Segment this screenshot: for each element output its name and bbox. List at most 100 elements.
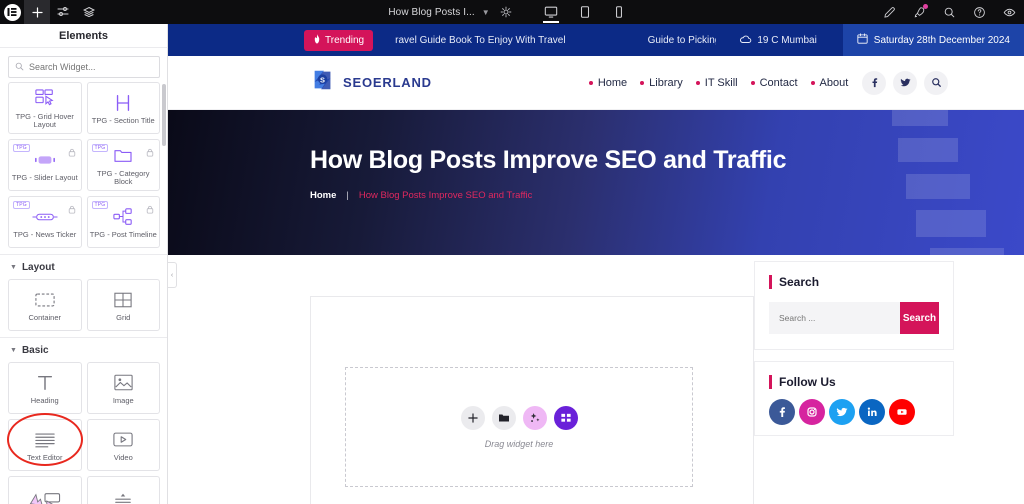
breadcrumb-current: How Blog Posts Improve SEO and Traffic	[359, 190, 533, 201]
linkedin-icon[interactable]	[859, 399, 885, 425]
widget-card-text-editor[interactable]: Text Editor	[8, 419, 82, 471]
widget-card-heading[interactable]: Heading	[8, 362, 82, 414]
widget-card-image[interactable]: Image	[87, 362, 161, 414]
breadcrumb-home-link[interactable]: Home	[310, 190, 336, 201]
widget-card-label: Container	[28, 314, 61, 322]
search-icon[interactable]	[924, 71, 948, 95]
panel-scrollbar[interactable]	[162, 84, 166, 146]
sidebar-widget-search: Search Search	[754, 261, 954, 350]
ai-button[interactable]	[523, 406, 547, 430]
search-input[interactable]	[29, 62, 153, 72]
chevron-down-icon[interactable]: ▼	[482, 8, 490, 17]
trending-item[interactable]: ravel Guide Book To Enjoy With Travel	[395, 35, 565, 46]
eye-preview-icon[interactable]	[994, 0, 1024, 24]
layout-widget-grid: Container Grid	[0, 279, 168, 337]
widget-card-label: TPG - Post Timeline	[90, 231, 157, 239]
nav-label: Library	[649, 77, 683, 89]
trending-badge[interactable]: Trending	[304, 30, 373, 51]
nav-item-it-skill[interactable]: IT Skill	[696, 77, 738, 89]
instagram-icon[interactable]	[799, 399, 825, 425]
widget-card-container[interactable]: Container	[8, 279, 82, 331]
widget-card-tpg-grid-hover-layout[interactable]: TPG - Grid Hover Layout	[8, 82, 82, 134]
widget-card-label: TPG - Slider Layout	[12, 174, 78, 182]
widget-card-tpg-post-timeline[interactable]: TPG TPG - Post Timeline	[87, 196, 161, 248]
panel-collapse-button[interactable]: ‹	[168, 262, 177, 288]
folder-icon	[113, 144, 133, 168]
widget-card-tpg-category-block[interactable]: TPG TPG - Category Block	[87, 139, 161, 191]
search-button[interactable]: Search	[900, 302, 939, 334]
follow-social-links	[769, 399, 939, 425]
calendar-icon	[857, 33, 868, 47]
device-mobile-button[interactable]	[602, 0, 636, 24]
breadcrumb: Home | How Blog Posts Improve SEO and Tr…	[310, 190, 786, 201]
nav-item-about[interactable]: About	[811, 77, 849, 89]
basic-widget-grid: Heading Image Text Editor	[0, 362, 168, 504]
widget-card-divider[interactable]	[87, 476, 161, 504]
heading-t-icon	[36, 371, 54, 395]
hero-decoration	[874, 110, 1024, 255]
search-icon[interactable]	[934, 0, 964, 24]
grid-icon	[114, 288, 132, 312]
caret-down-icon: ▼	[10, 264, 17, 271]
widget-search-container	[0, 48, 168, 82]
document-title[interactable]: How Blog Posts I...	[388, 7, 474, 18]
timeline-icon	[113, 205, 133, 229]
device-tablet-button[interactable]	[568, 0, 602, 24]
tpg-badge: TPG	[13, 144, 30, 152]
widget-card-button[interactable]	[8, 476, 82, 504]
nav-label: Home	[598, 77, 627, 89]
widget-card-tpg-slider-layout[interactable]: TPG TPG - Slider Layout	[8, 139, 82, 191]
tpg-badge: TPG	[13, 201, 30, 209]
device-desktop-button[interactable]	[534, 0, 568, 24]
page-title: How Blog Posts Improve SEO and Traffic	[310, 146, 786, 175]
twitter-icon[interactable]	[893, 71, 917, 95]
facebook-icon[interactable]	[862, 71, 886, 95]
widget-card-label: TPG - Category Block	[90, 170, 158, 187]
tpg-badge: TPG	[92, 201, 109, 209]
facebook-icon[interactable]	[769, 399, 795, 425]
tpg-badge: TPG	[92, 144, 109, 152]
panel-header: Elements	[0, 24, 167, 48]
nav-label: Contact	[760, 77, 798, 89]
widget-search-box[interactable]	[8, 56, 160, 78]
add-element-button[interactable]	[461, 406, 485, 430]
nav-item-library[interactable]: Library	[640, 77, 683, 89]
open-folder-button[interactable]	[492, 406, 516, 430]
youtube-icon[interactable]	[889, 399, 915, 425]
trending-item[interactable]: Guide to Picking	[648, 35, 716, 46]
section-header-layout[interactable]: ▼ Layout	[0, 254, 168, 279]
pen-icon[interactable]	[874, 0, 904, 24]
weather-text: 19 C Mumbai	[757, 35, 816, 46]
accent-bar	[769, 275, 772, 289]
site-logo[interactable]: S SEOERLAND	[310, 67, 432, 98]
nav-item-contact[interactable]: Contact	[751, 77, 798, 89]
rocket-icon[interactable]	[904, 0, 934, 24]
search-icon	[15, 58, 24, 76]
nav-item-home[interactable]: Home	[589, 77, 627, 89]
twitter-icon[interactable]	[829, 399, 855, 425]
widget-header: Follow Us	[769, 375, 939, 389]
widget-dropzone[interactable]: Drag widget here	[345, 367, 693, 487]
trending-right-group: 19 C Mumbai Saturday 28th December 2024	[739, 24, 1024, 56]
divider-icon	[114, 489, 132, 504]
widget-card-tpg-news-ticker[interactable]: TPG TPG - News Ticker	[8, 196, 82, 248]
gear-icon[interactable]	[500, 6, 512, 18]
sidebar-widget-follow-us: Follow Us	[754, 361, 954, 436]
panel-title: Elements	[59, 30, 108, 42]
panel-scroll-area[interactable]: TPG - Grid Hover Layout TPG - Section Ti…	[0, 48, 168, 504]
help-icon[interactable]	[964, 0, 994, 24]
bullet-icon	[640, 81, 644, 85]
widget-card-tpg-section-title[interactable]: TPG - Section Title	[87, 82, 161, 134]
main-content-column[interactable]: Drag widget here	[310, 296, 754, 504]
widget-card-grid[interactable]: Grid	[87, 279, 161, 331]
widget-card-video[interactable]: Video	[87, 419, 161, 471]
template-library-button[interactable]	[554, 406, 578, 430]
lock-icon	[146, 144, 154, 162]
cursor-grid-icon	[34, 87, 56, 111]
widget-card-label: Grid	[116, 314, 130, 322]
search-input[interactable]	[769, 302, 900, 334]
svg-text:S: S	[320, 75, 325, 84]
section-header-basic[interactable]: ▼ Basic	[0, 337, 168, 362]
header-social-links	[862, 71, 948, 95]
ticker-icon	[32, 205, 58, 229]
